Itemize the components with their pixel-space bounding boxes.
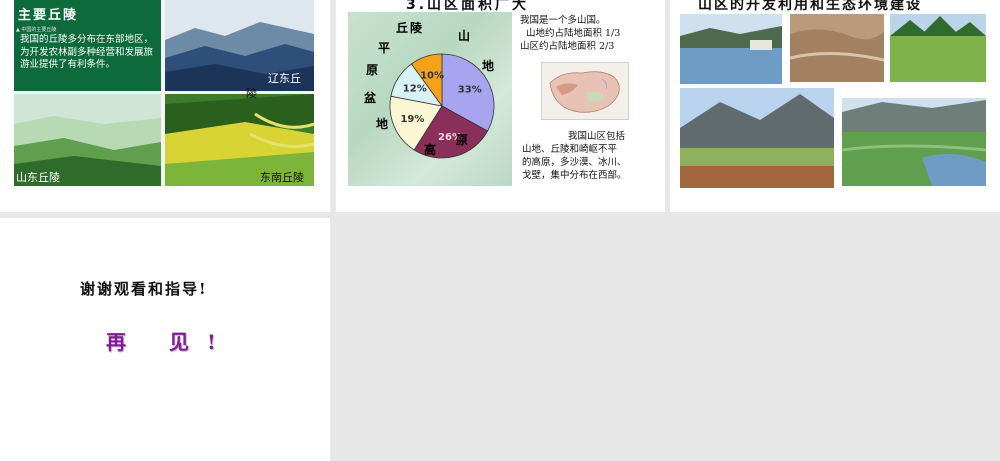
slide-thumbnail-4[interactable]: 谢谢观看和指导! 再 见! [0, 218, 330, 461]
slide-1-paragraph: 我国的丘陵多分布在东部地区，为开发农林副多种经营和发展旅游业提供了有利条件。 [20, 34, 154, 70]
intro-text: 我国是一个多山国。 山地约占陆地面积 1/3 山区约占陆地面积 2/3 [520, 14, 620, 53]
detail-line-4: 戈壁，集中分布在西部。 [522, 170, 627, 181]
pie-value-label-4: 10% [420, 70, 444, 81]
pie-label-qiu: 丘 [396, 20, 408, 35]
caption-liaodong-2: 陵 [246, 87, 257, 100]
goodbye-text: 再 见! [106, 330, 234, 354]
slide-thumbnail-3[interactable]: 山区的开发利用和生态环境建设 [670, 0, 1000, 212]
intro-line-3: 山区约占陆地面积 2/3 [520, 41, 615, 52]
detail-line-2: 山地、丘陵和崎岖不平 [522, 144, 618, 155]
caption-shandong: 山东丘陵 [16, 171, 60, 184]
caption-southeast: 东南丘陵 [260, 171, 304, 184]
slide-thumbnail-1[interactable]: 主要丘陵 ▲ 中国的主要丘陵 我国的丘陵多分布在东部地区，为开发农林副多种经营和… [0, 0, 330, 212]
pie-label-gao: 高 [424, 142, 436, 157]
pie-label-ping: 平 [378, 41, 390, 55]
caption-liaodong: 辽东丘 [268, 72, 301, 85]
lake-photo [680, 14, 782, 84]
slide-1-subtitle: ▲ 中国的主要丘陵 [16, 27, 57, 33]
pie-label-di2: 地 [376, 116, 388, 131]
slide-thumbnail-2[interactable]: 3.山区面积广大 33% 26% 19% 12% 10% 山 地 高 原 丘 陵 平 原… [336, 0, 665, 212]
terraced-farmland-photo [842, 98, 986, 186]
pie-value-label-0: 33% [458, 85, 482, 96]
pie-label-yuan2: 原 [366, 63, 378, 77]
pie-value-label-2: 19% [400, 114, 424, 125]
slide-3-title: 山区的开发利用和生态环境建设 [698, 0, 922, 13]
eroded-land-photo [790, 14, 884, 82]
intro-line-1: 我国是一个多山国。 [520, 15, 606, 26]
slide-1-title: 主要丘陵 [18, 8, 79, 23]
grassland-photo [890, 14, 986, 82]
intro-line-2: 山地约占陆地面积 1/3 [526, 28, 621, 39]
pie-label-di: 地 [482, 58, 494, 73]
detail-line-1: 我国山区包括 [568, 131, 626, 142]
detail-line-3: 的高原，多沙漠、冰川、 [522, 157, 627, 168]
terrain-pie-chart: 33%26%19%12%10% 山 地 高 原 丘 陵 平 原 盆 地 [363, 20, 495, 159]
china-terrain-map [541, 62, 629, 120]
detail-text: 我国山区包括 山地、丘陵和崎岖不平 的高原，多沙漠、冰川、 戈壁，集中分布在西部… [522, 130, 627, 182]
thanks-text: 谢谢观看和指导! [80, 280, 208, 298]
pie-label-shan: 山 [458, 28, 470, 43]
pie-label-pen: 盆 [363, 90, 377, 105]
mountain-valley-photo [680, 88, 834, 188]
pie-label-yuan: 原 [456, 133, 468, 147]
pie-label-ling: 陵 [410, 20, 423, 35]
pie-value-label-3: 12% [403, 84, 427, 95]
